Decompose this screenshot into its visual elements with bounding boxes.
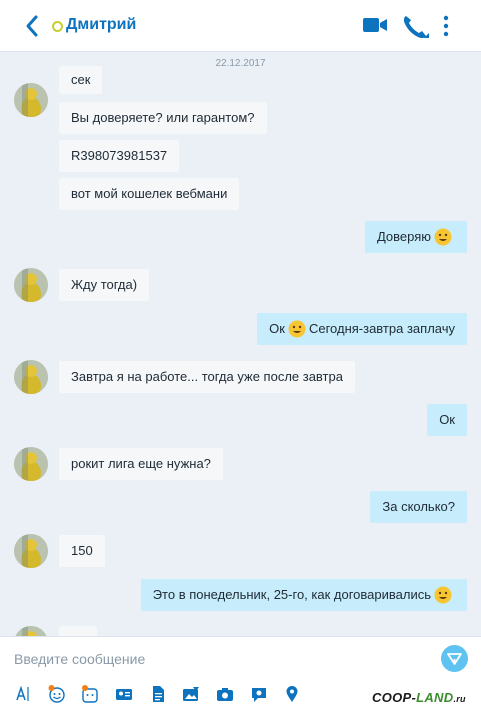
location-icon[interactable] (283, 685, 301, 703)
image-icon[interactable] (182, 685, 200, 703)
video-call-icon[interactable] (362, 16, 388, 34)
smile-emoji-icon (288, 320, 306, 338)
message-bubble-incoming[interactable]: R398073981537 (59, 140, 180, 172)
message-bubble-incoming[interactable]: 150 (59, 535, 105, 567)
contact-avatar[interactable] (14, 626, 48, 636)
text-format-icon[interactable] (14, 685, 32, 703)
message-text: Сегодня-завтра заплачу (308, 321, 455, 336)
contact-avatar[interactable] (14, 83, 48, 117)
message-bubble-incoming[interactable]: рокит лига еще нужна? (59, 448, 223, 480)
message-text: вот мой кошелек вебмани (71, 186, 228, 201)
contact-card-icon[interactable] (115, 685, 133, 703)
message-text: Завтра я на работе... тогда уже после за… (71, 369, 343, 384)
message-bubble-outgoing[interactable]: Доверяю (364, 221, 467, 253)
message-bubble-outgoing[interactable]: Ок (427, 404, 467, 436)
message-text: Вы доверяете? или гарантом? (71, 110, 255, 125)
message-bubble-outgoing[interactable]: За сколько? (370, 491, 467, 523)
message-bubble-outgoing[interactable]: Это в понедельник, 25-го, как договарива… (140, 579, 467, 611)
message-bubble-incoming[interactable]: Жду тогда) (59, 269, 150, 301)
message-bubble-incoming[interactable]: Завтра я на работе... тогда уже после за… (59, 361, 355, 393)
contact-avatar[interactable] (14, 447, 48, 481)
smile-emoji-icon (434, 228, 452, 246)
chat-header: Дмитрий (0, 0, 481, 52)
message-text: рокит лига еще нужна? (71, 456, 211, 471)
message-bubble-incoming[interactable] (59, 626, 97, 636)
message-text: Жду тогда) (71, 277, 138, 292)
message-text: сек (71, 72, 91, 87)
more-options-icon[interactable] (440, 14, 452, 38)
contact-avatar[interactable] (14, 360, 48, 394)
message-text: Ок (269, 321, 285, 336)
contact-avatar[interactable] (14, 534, 48, 568)
emoticon-icon[interactable] (48, 685, 66, 703)
message-text: Ок (439, 412, 455, 427)
message-bubble-incoming[interactable]: Вы доверяете? или гарантом? (59, 102, 267, 134)
video-message-icon[interactable] (250, 685, 268, 703)
watermark-main: COOP- (372, 690, 417, 705)
message-bubble-incoming[interactable]: вот мой кошелек вебмани (59, 178, 240, 210)
watermark-tail: LAND (416, 690, 454, 705)
conversation-area[interactable]: 22.12.2017 сек Вы доверяете? или гаранто… (0, 52, 481, 636)
contact-avatar[interactable] (14, 268, 48, 302)
message-text: За сколько? (382, 499, 455, 514)
presence-status-icon (52, 21, 63, 32)
file-icon[interactable] (149, 685, 167, 703)
back-arrow-icon[interactable] (22, 13, 44, 39)
smile-emoji-icon (434, 586, 452, 604)
watermark-logo: COOP-LAND.ru (372, 690, 466, 705)
audio-call-icon[interactable] (400, 12, 430, 42)
message-composer: COOP-LAND.ru (0, 636, 481, 711)
message-text: R398073981537 (71, 148, 168, 163)
message-text: Это в понедельник, 25-го, как договарива… (152, 587, 431, 602)
message-text: Доверяю (376, 229, 431, 244)
send-icon (447, 653, 462, 665)
contact-name[interactable]: Дмитрий (66, 16, 136, 34)
send-button[interactable] (441, 645, 468, 672)
message-bubble-incoming[interactable]: сек (59, 66, 103, 94)
watermark-suffix: .ru (453, 694, 466, 704)
camera-icon[interactable] (216, 685, 234, 703)
message-text: 150 (71, 543, 93, 558)
sticker-icon[interactable] (81, 685, 99, 703)
message-input[interactable] (12, 647, 426, 671)
message-bubble-outgoing[interactable]: Ок Сегодня-завтра заплачу (257, 313, 467, 345)
